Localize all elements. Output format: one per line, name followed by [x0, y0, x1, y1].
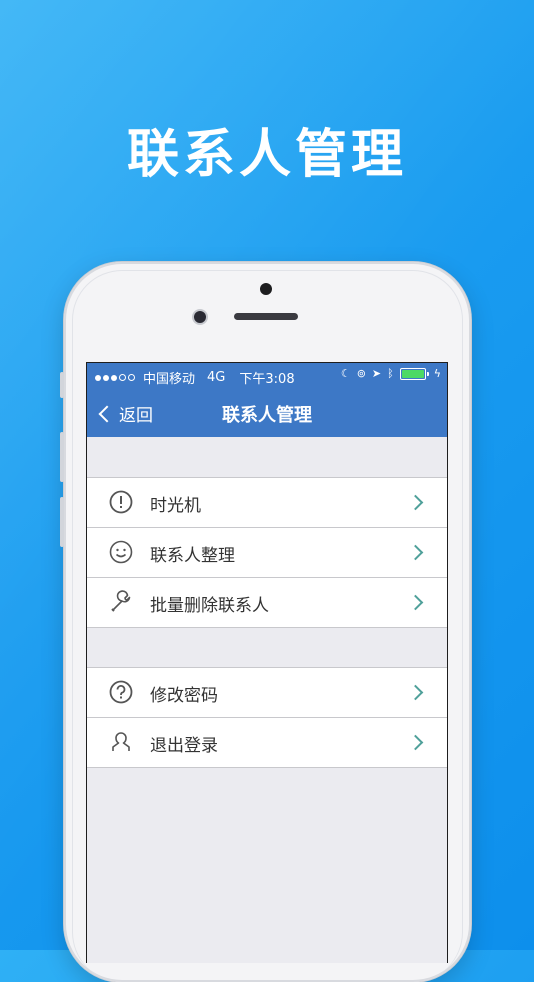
- volume-up-button: [60, 432, 64, 482]
- chevron-right-icon: [407, 494, 424, 511]
- battery-icon: [399, 367, 429, 380]
- chevron-right-icon: [407, 594, 424, 611]
- settings-group-1: 时光机 联系人整理 批量删除联系人: [87, 477, 447, 628]
- chevron-right-icon: [407, 734, 424, 751]
- smiley-icon: [109, 540, 133, 564]
- bluetooth-icon: ᛒ: [387, 367, 394, 380]
- rotation-lock-icon: ⊚: [356, 367, 366, 380]
- user-icon: [109, 730, 133, 754]
- navigation-bar: 返回 联系人管理: [87, 389, 447, 437]
- question-circle-icon: [109, 680, 133, 704]
- list-item-time-machine[interactable]: 时光机: [87, 478, 447, 527]
- mute-switch: [60, 372, 64, 398]
- promo-headline: 联系人管理: [126, 125, 407, 185]
- wrench-icon: [109, 590, 133, 614]
- proximity-sensor: [260, 283, 272, 295]
- front-camera: [194, 311, 206, 323]
- list-item-label: 修改密码: [150, 686, 218, 706]
- chevron-right-icon: [407, 544, 424, 561]
- exclamation-circle-icon: [109, 490, 133, 514]
- settings-group-2: 修改密码 退出登录: [87, 667, 447, 768]
- list-item-change-password[interactable]: 修改密码: [87, 668, 447, 717]
- list-item-label: 时光机: [150, 496, 201, 516]
- list-item-organize-contacts[interactable]: 联系人整理: [87, 527, 447, 577]
- chevron-right-icon: [407, 684, 424, 701]
- list-item-label: 批量删除联系人: [150, 596, 269, 616]
- moon-icon: ☾: [340, 367, 351, 380]
- phone-screen: 中国移动 4G 下午3:08 ☾ ⊚ ➤ ᛒ ϟ 返回 联系人管理 时光机 联系…: [86, 362, 448, 963]
- earpiece-speaker: [234, 313, 298, 320]
- list-item-label: 联系人整理: [150, 546, 235, 566]
- list-item-logout[interactable]: 退出登录: [87, 717, 447, 767]
- list-item-label: 退出登录: [150, 736, 218, 756]
- status-bar: 中国移动 4G 下午3:08 ☾ ⊚ ➤ ᛒ ϟ: [87, 363, 447, 389]
- volume-down-button: [60, 497, 64, 547]
- location-arrow-icon: ➤: [371, 367, 382, 380]
- charging-bolt-icon: ϟ: [433, 367, 441, 380]
- list-item-batch-delete[interactable]: 批量删除联系人: [87, 577, 447, 627]
- status-icons: ☾ ⊚ ➤ ᛒ ϟ: [341, 367, 441, 380]
- page-title: 联系人管理: [222, 405, 312, 426]
